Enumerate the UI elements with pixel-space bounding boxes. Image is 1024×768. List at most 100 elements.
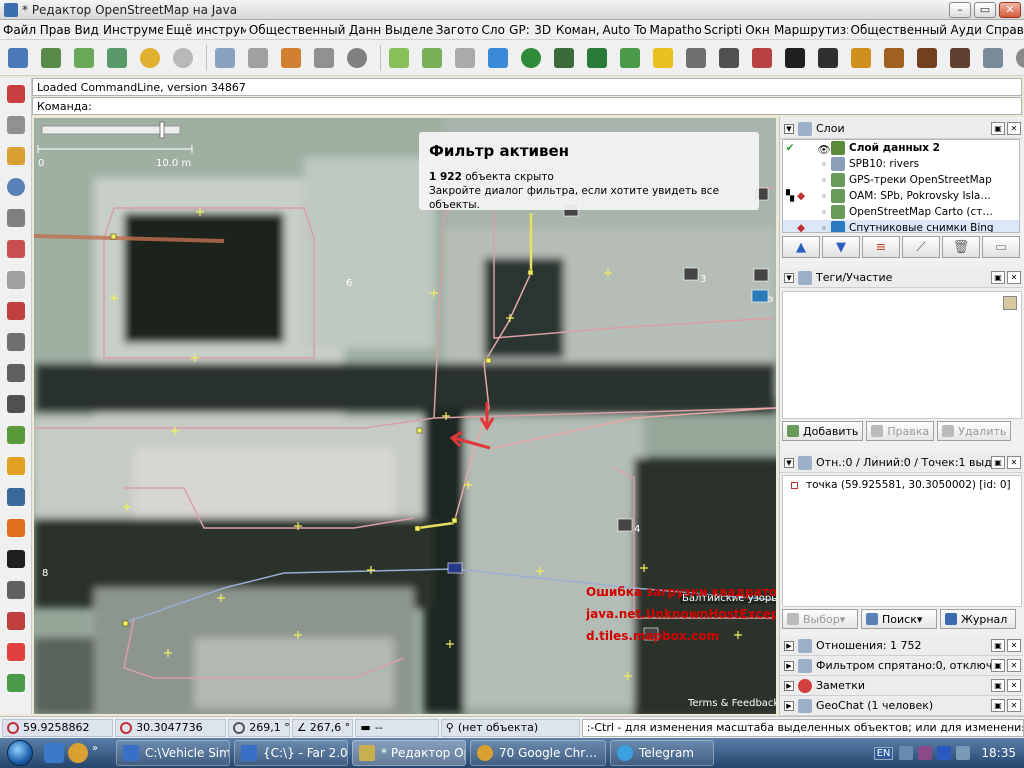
menu-routing[interactable]: Маршрутиз: [771,23,848,37]
forest-preset-button[interactable] [550,44,578,72]
menu-layers[interactable]: Сло [479,23,507,37]
layer-row-oam[interactable]: ▚ ◆ ◦ OAM: SPb, Pokrovsky Isla… [783,188,1019,204]
measure-button[interactable] [3,608,29,634]
expand-toggle-icon[interactable]: ▶ [784,700,794,711]
command-input[interactable]: Команда: [32,97,1022,115]
tray-app-icon[interactable] [918,746,933,760]
layer-opacity-button[interactable]: ⟋ [902,236,940,258]
maximize-button[interactable]: ▭ [974,1,996,18]
terrain-button[interactable] [3,515,29,541]
tray-bluetooth-icon[interactable] [937,746,952,760]
quicklaunch-more-icon[interactable]: » [92,743,112,763]
improve-way-button[interactable] [3,236,29,262]
track-preset-button[interactable] [682,44,710,72]
task-google-chrome[interactable]: 70 Google Chr… [470,740,606,766]
preferences-button[interactable] [211,44,239,72]
visibility-eye-icon[interactable]: ◦ [817,159,831,171]
delete-tag-button[interactable]: Удалить [937,421,1012,441]
latitude-field[interactable]: 59.9258862 [2,718,114,737]
redo-button[interactable] [169,44,197,72]
minimize-button[interactable]: – [949,1,971,18]
building-tool-button[interactable] [3,484,29,510]
visibility-eye-icon[interactable]: 👁 [817,143,831,156]
expand-toggle-icon[interactable]: ▶ [784,660,794,671]
notes-panel-header[interactable]: ▶ Заметки ▣ ✕ [780,676,1023,696]
orthogonal-button[interactable] [418,44,446,72]
close-panel-icon[interactable]: ✕ [1007,271,1021,284]
tags-panel-header[interactable]: ▼ Теги/Участие ▣ ✕ [780,268,1023,288]
menu-scripting[interactable]: Scripti [701,23,742,37]
menu-view[interactable]: Вид [71,23,100,37]
follow-line-button[interactable] [3,422,29,448]
tray-network-icon[interactable] [899,746,914,760]
gpx-filter-button[interactable] [3,670,29,696]
close-button[interactable]: ✕ [999,1,1021,18]
wood-preset-button[interactable] [583,44,611,72]
save-button[interactable] [37,44,65,72]
menu-audio[interactable]: Ауди [948,23,983,37]
delete-layer-button[interactable]: 🗑 [942,236,980,258]
clock[interactable]: 18:35 [981,746,1016,760]
delete-mode-button[interactable] [3,205,29,231]
menu-more-tools[interactable]: Ещё инструм [163,23,246,37]
close-panel-icon[interactable]: ✕ [1007,659,1021,672]
expand-toggle-icon[interactable]: ▶ [784,640,794,651]
task-far-manager[interactable]: {C:\} - Far 2.0.18… [234,740,348,766]
visibility-eye-icon[interactable]: ◦ [817,175,831,187]
geochat-panel-header[interactable]: ▶ GeoChat (1 человек) ▣ ✕ [780,696,1023,716]
road-preset-button[interactable] [649,44,677,72]
edit-tag-button[interactable]: Правка [866,421,935,441]
longitude-field[interactable]: 30.3047736 [115,718,227,737]
menu-auto-tools[interactable]: Auto To [599,23,646,37]
merge-layer-button[interactable]: ≡ [862,236,900,258]
visibility-eye-icon[interactable]: ◦ [817,207,831,219]
plugin-button[interactable] [979,44,1007,72]
route-tool-button[interactable] [3,577,29,603]
detach-icon[interactable]: ▣ [991,639,1005,652]
start-button[interactable] [0,738,40,768]
bus-tool-button[interactable] [3,546,29,572]
history-button[interactable]: Журнал [940,609,1016,629]
warning-preset-button[interactable] [847,44,875,72]
selection-panel-header[interactable]: ▼ Отн.:0 / Линий:0 / Точек:1 выде ▣ ✕ [780,453,1023,473]
menu-file[interactable]: Файл [0,23,37,37]
lasso-mode-button[interactable] [3,112,29,138]
selected-node-row[interactable]: точка (59.925581, 30.3050002) [id: 0] [783,476,1021,494]
menu-tools[interactable]: Инструме [100,23,163,37]
menu-edit[interactable]: Прав [37,23,72,37]
menu-gps[interactable]: GP: [506,23,531,37]
menu-help[interactable]: Справ [983,23,1024,37]
layer-row-gps-tracks[interactable]: ◦ GPS-треки OpenStreetMap [783,172,1019,188]
detach-icon[interactable]: ▣ [991,679,1005,692]
factory-preset-button[interactable] [946,44,974,72]
detach-icon[interactable]: ▣ [991,271,1005,284]
close-panel-icon[interactable]: ✕ [1007,122,1021,135]
menu-public-transport-2[interactable]: Общественный тр [848,23,948,37]
expand-toggle-icon[interactable]: ▶ [784,680,794,691]
car-preset-button[interactable] [781,44,809,72]
restaurant-preset-button[interactable] [880,44,908,72]
align-button[interactable] [385,44,413,72]
more-button[interactable] [1012,44,1024,72]
menu-presets[interactable]: Загото [433,23,479,37]
task-telegram[interactable]: Telegram [610,740,714,766]
combine-button[interactable] [277,44,305,72]
undo-button[interactable] [136,44,164,72]
layer-row-rivers[interactable]: ◦ SPB10: rivers [783,156,1019,172]
detach-icon[interactable]: ▣ [991,659,1005,672]
visibility-eye-icon[interactable]: ◦ [817,223,831,232]
split-way-button[interactable] [3,298,29,324]
quicklaunch-chrome-icon[interactable] [68,743,88,763]
collapse-toggle-icon[interactable]: ▼ [784,123,794,134]
tags-button[interactable] [244,44,272,72]
layer-row-data-2[interactable]: ✔ 👁 Слой данных 2 [783,140,1019,156]
menu-mapathoner[interactable]: Mapatho [646,23,700,37]
reverse-button[interactable] [343,44,371,72]
menu-selection[interactable]: Выделе [382,23,433,37]
menu-3d[interactable]: 3D [531,23,553,37]
task-josm[interactable]: * Редактор Ope… [352,740,466,766]
simplify-button[interactable] [451,44,479,72]
wall-preset-button[interactable] [748,44,776,72]
gpx-button[interactable] [3,329,29,355]
visibility-eye-icon[interactable]: ◦ [817,191,831,203]
